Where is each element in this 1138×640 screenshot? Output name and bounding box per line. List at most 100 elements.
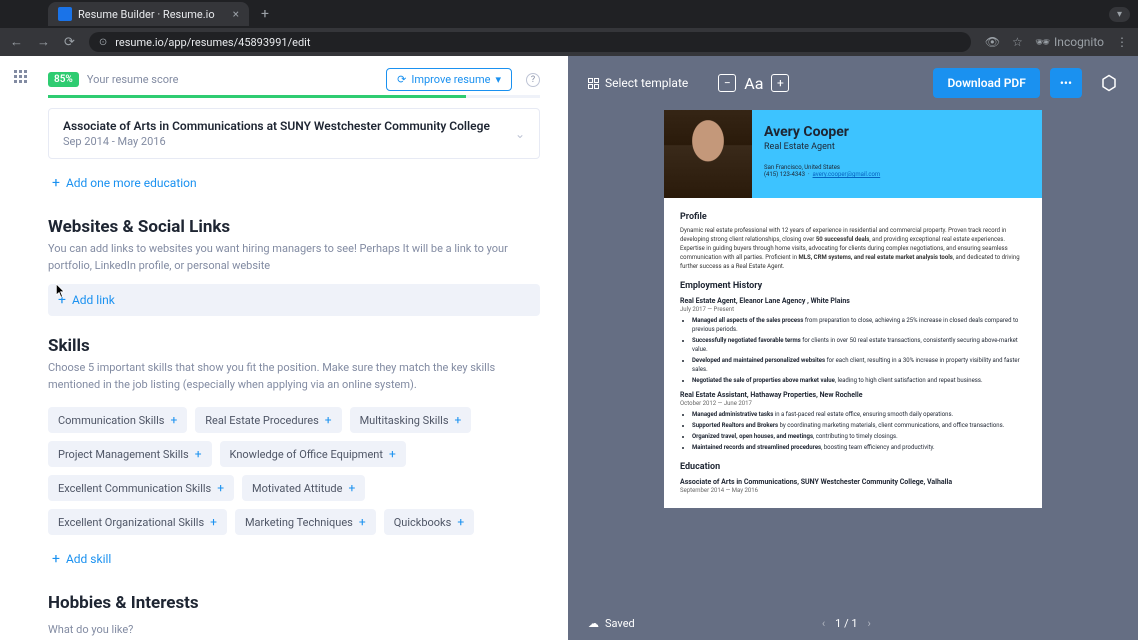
skill-chip[interactable]: Real Estate Procedures+ [195,407,341,433]
job1-bullet: Managed all aspects of the sales process… [692,316,1026,334]
edu-title: Associate of Arts in Communications, SUN… [680,478,1026,486]
skill-chip[interactable]: Motivated Attitude+ [242,475,365,501]
add-link-button[interactable]: + Add link [48,284,540,316]
font-decrease-button[interactable]: − [718,74,736,92]
incognito-icon: 🕶 [1035,35,1050,49]
skill-chip[interactable]: Quickbooks + [384,509,474,535]
job1-bullet: Successfully negotiated favorable terms … [692,336,1026,354]
address-bar: ← → ⟳ ⊙ resume.io/app/resumes/45893991/e… [0,28,1138,56]
education-title: Associate of Arts in Communications at S… [63,119,515,133]
skill-label: Knowledge of Office Equipment [230,448,383,461]
skill-label: Real Estate Procedures [205,414,319,427]
page-nav: ‹ 1 / 1 › [822,617,871,630]
plus-icon: + [170,413,177,427]
incognito-badge: 🕶Incognito [1035,35,1104,49]
skill-chip[interactable]: Knowledge of Office Equipment + [220,441,406,467]
browser-tab[interactable]: Resume Builder · Resume.io × [48,2,249,26]
plus-icon: + [58,292,66,308]
plus-icon: + [210,515,217,529]
preview-panel: Select template − Aa + Download PDF ••• … [568,56,1138,640]
left-rail [0,56,40,640]
refresh-icon: ⟳ [397,73,406,86]
skill-chip[interactable]: Communication Skills+ [48,407,187,433]
skill-chip[interactable]: Project Management Skills+ [48,441,212,467]
close-icon[interactable]: × [233,7,239,21]
profile-text: Dynamic real estate professional with 12… [680,226,1026,271]
add-skill-button[interactable]: + Add skill [48,545,540,573]
employment-heading: Employment History [680,281,1026,291]
hobbies-heading: Hobbies & Interests [48,593,540,613]
improve-resume-button[interactable]: ⟳ Improve resume ▾ [386,68,512,91]
websites-desc: You can add links to websites you want h… [48,241,540,274]
help-icon[interactable]: ? [526,73,540,87]
hexagon-icon[interactable] [1100,74,1118,92]
resume-photo [664,110,752,198]
eye-off-icon[interactable]: 👁 [985,35,1000,49]
score-progress [48,95,540,98]
browser-menu-icon[interactable]: ⋮ [1116,35,1128,49]
apps-icon[interactable] [14,70,27,83]
score-label: Your resume score [87,73,179,86]
plus-icon: + [359,515,366,529]
skill-chip[interactable]: Excellent Communication Skills + [48,475,234,501]
template-grid-icon [588,78,599,89]
bookmark-icon[interactable]: ☆ [1012,35,1023,49]
plus-icon: + [195,447,202,461]
url-text: resume.io/app/resumes/45893991/edit [115,36,310,49]
skill-chip[interactable]: Marketing Techniques+ [235,509,376,535]
back-icon[interactable]: ← [10,34,23,50]
prev-page-button[interactable]: ‹ [822,617,825,630]
select-template-button[interactable]: Select template [588,76,688,90]
add-education-button[interactable]: + Add one more education [48,169,540,197]
download-pdf-button[interactable]: Download PDF [933,68,1039,98]
profile-heading: Profile [680,212,1026,222]
skill-label: Excellent Communication Skills [58,482,211,495]
resume-phone: (415) 123-4343 [764,171,805,178]
browser-tab-bar: Resume Builder · Resume.io × + ▾ [0,0,1138,28]
job1-title: Real Estate Agent, Eleanor Lane Agency ,… [680,297,1026,305]
resume-name: Avery Cooper [764,124,880,140]
tab-title: Resume Builder · Resume.io [78,8,215,21]
font-increase-button[interactable]: + [771,74,789,92]
skill-label: Motivated Attitude [252,482,342,495]
job1-bullet: Developed and maintained personalized we… [692,356,1026,374]
education-item[interactable]: Associate of Arts in Communications at S… [48,108,540,159]
plus-icon: + [457,515,464,529]
job2-bullet: Managed administrative tasks in a fast-p… [692,410,1026,419]
skill-chip[interactable]: Multitasking Skills+ [350,407,472,433]
tab-favicon [58,7,72,21]
plus-icon: + [217,481,224,495]
hobbies-label: What do you like? [48,623,540,636]
job2-bullet: Maintained records and streamlined proce… [692,443,1026,452]
forward-icon[interactable]: → [37,34,50,50]
resume-role: Real Estate Agent [764,142,880,152]
job1-dates: July 2017 — Present [680,306,1026,313]
chevron-down-icon[interactable]: ⌄ [515,127,525,141]
next-page-button[interactable]: › [868,617,871,630]
edu-dates: September 2014 — May 2016 [680,487,1026,494]
reload-icon[interactable]: ⟳ [64,35,75,50]
skill-suggestions: Communication Skills+ Real Estate Procedu… [48,407,540,535]
skill-label: Excellent Organizational Skills [58,516,204,529]
site-info-icon[interactable]: ⊙ [99,37,107,48]
job2-dates: October 2012 — June 2017 [680,400,1026,407]
new-tab-button[interactable]: + [261,6,269,22]
plus-icon: + [52,551,60,567]
saved-indicator: ☁ Saved [588,617,635,630]
skills-heading: Skills [48,336,540,356]
more-actions-button[interactable]: ••• [1050,68,1082,98]
plus-icon: + [389,447,396,461]
resume-preview: Avery Cooper Real Estate Agent San Franc… [664,110,1042,508]
skill-label: Quickbooks [394,516,452,529]
job1-bullet: Negotiated the sale of properties above … [692,376,1026,385]
resume-email: avery.cooper@gmail.com [813,171,881,178]
skills-desc: Choose 5 important skills that show you … [48,360,540,393]
resume-location: San Francisco, United States [764,164,840,171]
url-input[interactable]: ⊙ resume.io/app/resumes/45893991/edit [89,32,971,52]
skill-chip[interactable]: Excellent Organizational Skills + [48,509,227,535]
job2-bullet: Organized travel, open houses, and meeti… [692,432,1026,441]
window-menu[interactable]: ▾ [1109,7,1130,22]
editor-panel: 85% Your resume score ⟳ Improve resume ▾… [40,56,568,640]
plus-icon: + [455,413,462,427]
education-heading: Education [680,462,1026,472]
